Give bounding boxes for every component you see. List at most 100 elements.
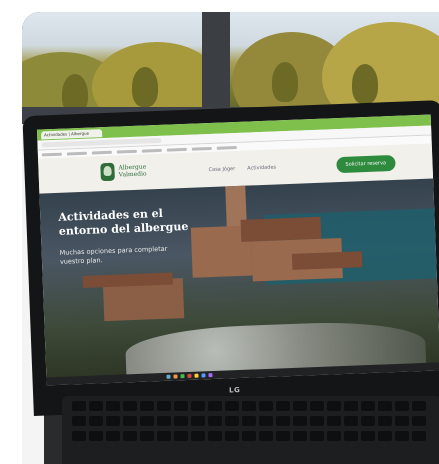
hero-title: Actividades en el entorno del albergue (58, 206, 189, 238)
key (208, 416, 222, 426)
reserve-button[interactable]: Solicitar reserva (336, 154, 396, 174)
key-row (72, 431, 439, 441)
key (174, 431, 188, 441)
bookmark[interactable] (166, 147, 187, 152)
bookmark[interactable] (141, 148, 162, 153)
key (276, 416, 290, 426)
bookmark[interactable] (66, 151, 87, 155)
key (106, 431, 120, 441)
key (344, 431, 358, 441)
site-nav: Casa Jóger Actividades (208, 164, 276, 173)
logo-line-2: Valmedio (118, 170, 147, 179)
key (276, 431, 290, 441)
key (106, 401, 120, 411)
laptop-brand-logo: LG (228, 386, 241, 395)
key (242, 401, 256, 411)
keyboard (62, 396, 439, 464)
bookmark[interactable] (41, 152, 62, 156)
bookmark[interactable] (216, 145, 237, 150)
key (140, 416, 154, 426)
key (174, 401, 188, 411)
taskbar-app-icon[interactable] (187, 373, 192, 379)
key-row (72, 416, 439, 426)
key (191, 416, 205, 426)
key (412, 401, 426, 411)
photo-scene: Actividades | Albergue Albergue Valmedio… (22, 12, 439, 464)
tree-logo-icon (100, 162, 115, 182)
key (123, 401, 137, 411)
tree (272, 62, 298, 102)
key (208, 401, 222, 411)
key (225, 431, 239, 441)
key (140, 431, 154, 441)
key (225, 416, 239, 426)
taskbar-app-icon[interactable] (173, 374, 178, 379)
key (72, 401, 86, 411)
key (174, 416, 188, 426)
bookmark[interactable] (191, 146, 212, 151)
key (310, 401, 324, 411)
key (140, 401, 154, 411)
key (327, 431, 341, 441)
key (327, 416, 341, 426)
nav-item-actividades[interactable]: Actividades (247, 164, 276, 171)
taskbar-app-icon[interactable] (180, 374, 185, 379)
key (191, 401, 205, 411)
key (310, 416, 324, 426)
site-logo[interactable]: Albergue Valmedio (100, 161, 159, 182)
key (208, 431, 222, 441)
hero-subtitle: Muchas opciones para completar vuestro p… (59, 244, 168, 266)
key (361, 401, 375, 411)
key (89, 416, 103, 426)
key (259, 401, 273, 411)
taskbar-app-icon[interactable] (201, 373, 206, 378)
key (242, 416, 256, 426)
key (344, 416, 358, 426)
key (395, 401, 409, 411)
browser-tab[interactable]: Actividades | Albergue (40, 128, 103, 139)
taskbar-app-icon[interactable] (166, 374, 171, 379)
key (123, 431, 137, 441)
roof (291, 251, 363, 270)
tree (352, 64, 378, 104)
key (395, 431, 409, 441)
key (378, 431, 392, 441)
taskbar-app-icon[interactable] (194, 373, 199, 378)
hero-banner: Actividades en el entorno del albergue M… (39, 178, 439, 386)
key (157, 431, 171, 441)
taskbar-app-icon[interactable] (208, 373, 213, 378)
key (89, 401, 103, 411)
key (276, 401, 290, 411)
key (123, 416, 137, 426)
laptop-screen: Actividades | Albergue Albergue Valmedio… (36, 114, 439, 386)
key (72, 416, 86, 426)
key (293, 401, 307, 411)
key (157, 401, 171, 411)
tree (132, 67, 158, 107)
roof (240, 216, 322, 242)
key (242, 431, 256, 441)
key (412, 431, 426, 441)
bookmark[interactable] (91, 150, 112, 155)
key (191, 431, 205, 441)
key (157, 416, 171, 426)
key (361, 431, 375, 441)
laptop: Actividades | Albergue Albergue Valmedio… (22, 100, 439, 416)
key (344, 401, 358, 411)
key (259, 416, 273, 426)
bookmark[interactable] (116, 149, 137, 154)
logo-text: Albergue Valmedio (118, 163, 159, 179)
key (72, 431, 86, 441)
key (293, 416, 307, 426)
key (378, 416, 392, 426)
key (327, 401, 341, 411)
key (225, 401, 239, 411)
key (378, 401, 392, 411)
key-row (72, 401, 439, 411)
nav-item-casa[interactable]: Casa Jóger (208, 166, 235, 173)
key (106, 416, 120, 426)
key (293, 431, 307, 441)
key (412, 416, 426, 426)
key (310, 431, 324, 441)
key (395, 416, 409, 426)
